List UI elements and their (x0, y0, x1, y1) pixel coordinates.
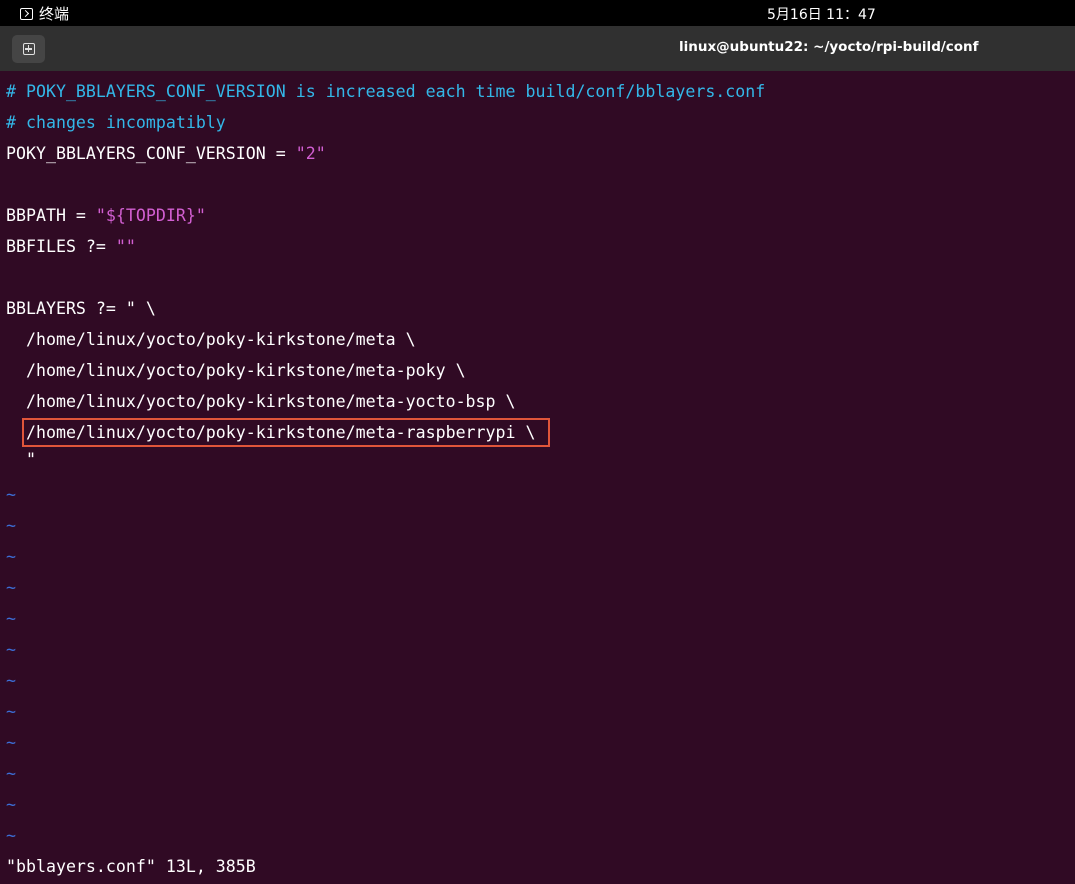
empty-line-tilde: ~ (6, 671, 16, 690)
code-line: POKY_BBLAYERS_CONF_VERSION = "2" (6, 138, 326, 169)
terminal-icon (20, 7, 33, 20)
empty-line-tilde: ~ (6, 547, 16, 566)
version-key: POKY_BBLAYERS_CONF_VERSION = (6, 144, 296, 163)
app-name: 终端 (39, 5, 70, 23)
terminal-view[interactable]: # POKY_BBLAYERS_CONF_VERSION is increase… (0, 71, 1075, 884)
empty-line-tilde: ~ (6, 516, 16, 535)
bbpath-quote: " (195, 206, 206, 225)
empty-line-tilde: ~ (6, 578, 16, 597)
comment-line: # POKY_BBLAYERS_CONF_VERSION is increase… (6, 82, 766, 101)
highlight-box (22, 418, 550, 447)
code-line: BBLAYERS ?= " \ (6, 299, 156, 318)
bbpath-key: BBPATH = (6, 206, 96, 225)
bbfiles-key: BBFILES ?= (6, 237, 116, 256)
bbfiles-value: "" (115, 237, 136, 256)
comment-line: # changes incompatibly (6, 113, 226, 132)
bbpath-variable: ${TOPDIR} (105, 206, 196, 225)
version-value: "2" (295, 144, 326, 163)
new-tab-button[interactable] (12, 35, 45, 63)
empty-line-tilde: ~ (6, 733, 16, 752)
bbpath-quote: " (95, 206, 106, 225)
clock[interactable]: 5月16日 11：47 (767, 4, 876, 24)
window-title-bar[interactable]: linux@ubuntu22: ~/yocto/rpi-build/conf (0, 26, 1075, 71)
window-title: linux@ubuntu22: ~/yocto/rpi-build/conf (679, 39, 979, 55)
empty-line-tilde: ~ (6, 826, 16, 845)
layer-path-line: /home/linux/yocto/poky-kirkstone/meta \ (6, 330, 416, 349)
empty-line-tilde: ~ (6, 640, 16, 659)
active-app-menu[interactable]: 终端 (20, 3, 69, 24)
empty-line-tilde: ~ (6, 609, 16, 628)
empty-line-tilde: ~ (6, 795, 16, 814)
code-line: " (6, 450, 36, 469)
empty-line-tilde: ~ (6, 485, 16, 504)
new-tab-icon (22, 43, 35, 55)
empty-line-tilde: ~ (6, 702, 16, 721)
code-line: BBPATH = "${TOPDIR}" (6, 200, 206, 231)
layer-path-line: /home/linux/yocto/poky-kirkstone/meta-po… (6, 361, 466, 380)
empty-line-tilde: ~ (6, 764, 16, 783)
code-line: BBFILES ?= "" (6, 231, 136, 262)
status-line: "bblayers.conf" 13L, 385B (6, 857, 256, 876)
system-top-bar: 终端 5月16日 11：47 (0, 0, 1075, 26)
layer-path-line: /home/linux/yocto/poky-kirkstone/meta-yo… (6, 392, 516, 411)
